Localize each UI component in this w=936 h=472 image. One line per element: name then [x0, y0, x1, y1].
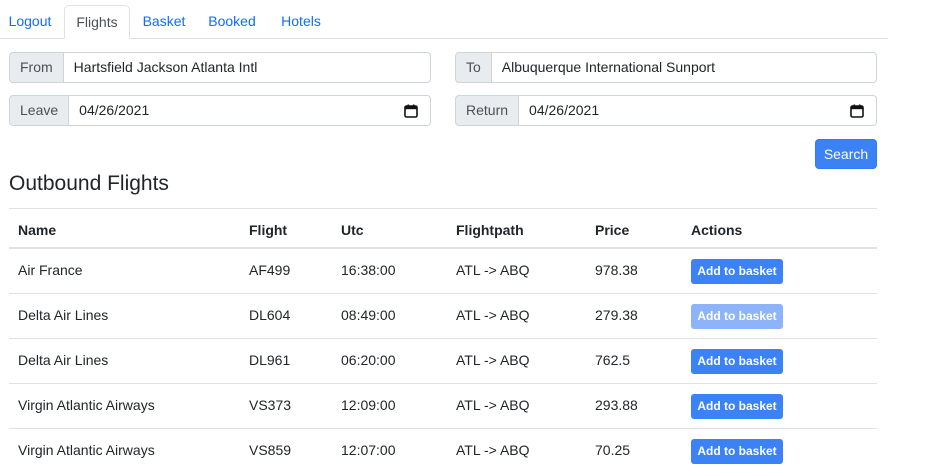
tab-flights[interactable]: Flights	[64, 5, 130, 39]
add-to-basket-button-disabled: Add to basket	[691, 304, 783, 329]
airline-name: Virgin Atlantic Airways	[18, 397, 155, 413]
return-group: Return 04/26/2021	[455, 95, 877, 126]
from-input[interactable]: Hartsfield Jackson Atlanta Intl	[63, 52, 431, 83]
tab-logout[interactable]: Logout	[0, 5, 60, 39]
utc-time: 12:09:00	[341, 397, 396, 413]
add-to-basket-button[interactable]: Add to basket	[691, 439, 783, 464]
column-header-actions: Actions	[691, 222, 743, 238]
flightpath: ATL -> ABQ	[456, 352, 530, 368]
utc-time: 16:38:00	[341, 262, 396, 278]
tab-basket[interactable]: Basket	[134, 5, 194, 39]
calendar-icon[interactable]	[404, 104, 418, 118]
table-row: Delta Air Lines DL604 08:49:00 ATL -> AB…	[9, 294, 877, 339]
airline-name: Delta Air Lines	[18, 352, 109, 368]
airline-name: Air France	[18, 262, 83, 278]
leave-date-input[interactable]: 04/26/2021	[69, 95, 431, 126]
add-to-basket-button[interactable]: Add to basket	[691, 259, 783, 284]
return-date-value: 04/26/2021	[529, 102, 600, 118]
leave-label: Leave	[9, 95, 70, 126]
flight-number: VS859	[249, 442, 292, 458]
add-to-basket-button[interactable]: Add to basket	[691, 349, 783, 374]
from-label: From	[9, 52, 64, 83]
from-group: From Hartsfield Jackson Atlanta Intl	[9, 52, 431, 83]
search-button[interactable]: Search	[815, 139, 877, 169]
table-row: Delta Air Lines DL961 06:20:00 ATL -> AB…	[9, 339, 877, 384]
flight-number: VS373	[249, 397, 292, 413]
leave-date-value: 04/26/2021	[79, 102, 150, 118]
price: 762.5	[595, 352, 631, 368]
flight-number: AF499	[249, 262, 291, 278]
table-row: Virgin Atlantic Airways VS373 12:09:00 A…	[9, 384, 877, 429]
column-header-name: Name	[18, 222, 57, 238]
tab-hotels[interactable]: Hotels	[272, 5, 330, 39]
column-header-utc: Utc	[341, 222, 364, 238]
leave-group: Leave 04/26/2021	[9, 95, 431, 126]
column-header-flightpath: Flightpath	[456, 222, 524, 238]
price: 279.38	[595, 307, 638, 323]
column-header-price: Price	[595, 222, 630, 238]
flightpath: ATL -> ABQ	[456, 307, 530, 323]
table-row: Air France AF499 16:38:00 ATL -> ABQ 978…	[9, 249, 877, 294]
airline-name: Virgin Atlantic Airways	[18, 442, 155, 458]
to-input[interactable]: Albuquerque International Sunport	[491, 52, 877, 83]
column-header-flight: Flight	[249, 222, 288, 238]
flightpath: ATL -> ABQ	[456, 442, 530, 458]
utc-time: 06:20:00	[341, 352, 396, 368]
table-row: Virgin Atlantic Airways VS859 12:07:00 A…	[9, 429, 877, 472]
airline-name: Delta Air Lines	[18, 307, 109, 323]
flightpath: ATL -> ABQ	[456, 397, 530, 413]
add-to-basket-button[interactable]: Add to basket	[691, 394, 783, 419]
price: 70.25	[595, 442, 631, 458]
price: 978.38	[595, 262, 638, 278]
page-title: Outbound Flights	[9, 172, 169, 195]
calendar-icon[interactable]	[850, 104, 864, 118]
utc-time: 08:49:00	[341, 307, 396, 323]
nav-tabs: Logout Flights Basket Booked Hotels	[0, 5, 888, 39]
flight-number: DL604	[249, 307, 291, 323]
price: 293.88	[595, 397, 638, 413]
to-label: To	[455, 52, 492, 83]
outbound-flights-table: Name Flight Utc Flightpath Price Actions…	[9, 208, 877, 472]
flightpath: ATL -> ABQ	[456, 262, 530, 278]
table-header: Name Flight Utc Flightpath Price Actions	[9, 208, 877, 249]
utc-time: 12:07:00	[341, 442, 396, 458]
return-date-input[interactable]: 04/26/2021	[519, 95, 877, 126]
flight-number: DL961	[249, 352, 291, 368]
tab-booked[interactable]: Booked	[200, 5, 264, 39]
return-label: Return	[455, 95, 520, 126]
to-group: To Albuquerque International Sunport	[455, 52, 877, 83]
